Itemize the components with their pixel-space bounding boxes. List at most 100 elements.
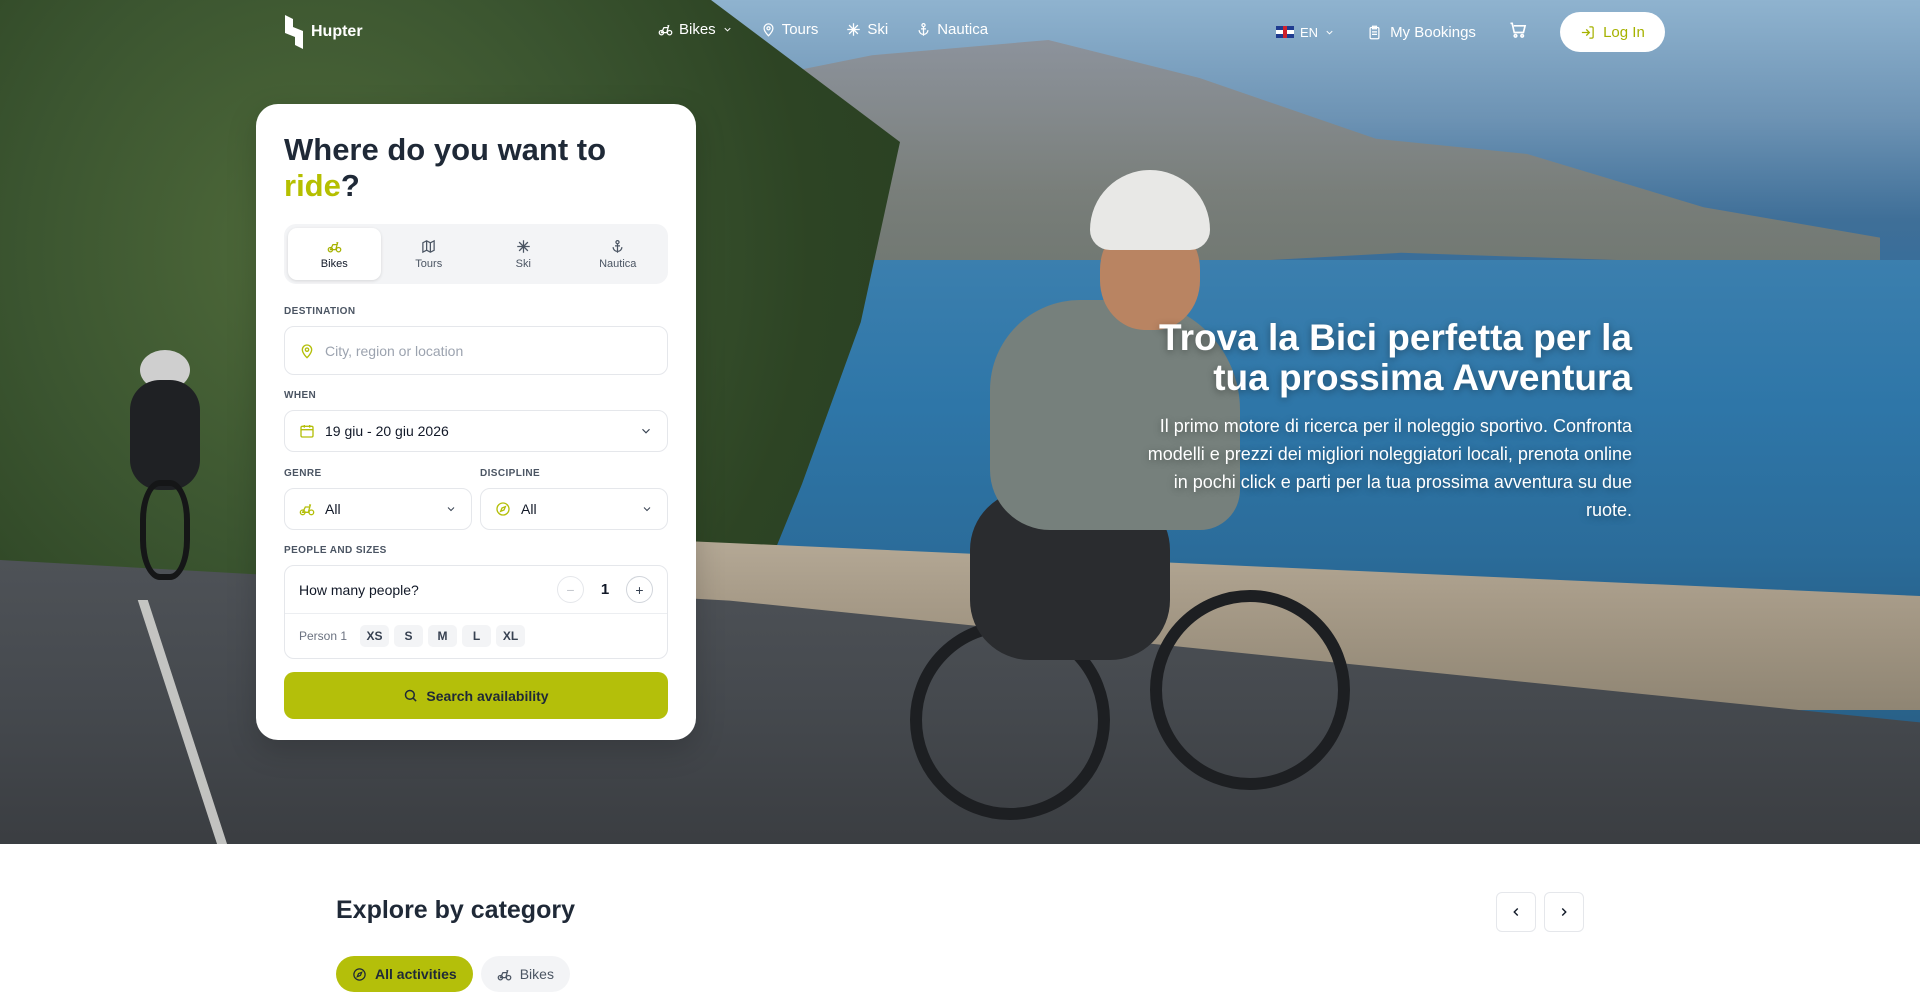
search-icon xyxy=(405,689,418,702)
background-cyclist xyxy=(120,350,210,580)
chevron-down-icon xyxy=(642,428,650,434)
my-bookings-link[interactable]: My Bookings xyxy=(1367,24,1476,41)
title-accent: ride xyxy=(284,168,341,203)
person-size-row: Person 1 XS S M L XL xyxy=(285,614,667,658)
chevron-left-icon xyxy=(1513,908,1519,916)
size-xl[interactable]: XL xyxy=(496,625,526,647)
tab-label: Bikes xyxy=(320,257,348,270)
clipboard-icon xyxy=(1369,25,1380,39)
size-s[interactable]: S xyxy=(394,625,424,647)
tab-label: Tours xyxy=(415,257,443,270)
people-question: How many people? xyxy=(299,581,419,598)
increment-button[interactable]: + xyxy=(626,576,653,603)
hero-text: Trova la Bici perfetta per la tua prossi… xyxy=(1130,318,1632,524)
activity-tabs: Bikes Tours Ski Nautica xyxy=(284,224,668,284)
discipline-select[interactable]: All xyxy=(480,488,668,530)
chevron-down-icon xyxy=(1326,30,1333,35)
map-icon xyxy=(422,239,435,253)
my-bookings-label: My Bookings xyxy=(1390,23,1476,41)
chevron-down-icon xyxy=(643,507,651,512)
tab-label: Ski xyxy=(515,257,531,270)
login-button[interactable]: Log In xyxy=(1559,12,1665,52)
snowflake-icon xyxy=(517,239,530,253)
destination-placeholder: City, region or location xyxy=(325,342,464,359)
people-count-row: How many people? − 1 + xyxy=(285,566,667,614)
size-xs[interactable]: XS xyxy=(360,625,390,647)
discipline-label: DISCIPLINE xyxy=(480,468,541,479)
cart-button[interactable] xyxy=(1508,20,1528,45)
top-navbar: Hupter Bikes Tours Ski Nautica EN My Boo… xyxy=(0,0,1920,64)
search-availability-button[interactable]: Search availability xyxy=(284,672,668,719)
bike-icon xyxy=(327,241,342,252)
tab-ski[interactable]: Ski xyxy=(477,228,570,280)
nav-link-label: Bikes xyxy=(679,21,716,38)
discipline-column: DISCIPLINE All xyxy=(480,468,668,530)
chip-label: Bikes xyxy=(519,966,554,982)
nav-link-label: Ski xyxy=(867,21,889,38)
size-m[interactable]: M xyxy=(428,625,458,647)
genre-select[interactable]: All xyxy=(284,488,472,530)
chevron-down-icon xyxy=(724,27,731,32)
destination-field[interactable]: City, region or location xyxy=(284,326,668,375)
title-prefix: Where do you want to xyxy=(284,132,607,167)
language-selector[interactable]: EN xyxy=(1276,25,1335,40)
nav-link-nautica[interactable]: Nautica xyxy=(916,21,988,38)
tab-label: Nautica xyxy=(599,257,637,270)
bike-icon xyxy=(497,969,512,980)
search-card: Where do you want to ride? Bikes Tours S… xyxy=(256,104,696,740)
login-icon xyxy=(1581,25,1594,39)
date-range-value: 19 giu - 20 giu 2026 xyxy=(325,423,449,439)
bike-icon xyxy=(299,504,315,516)
genre-column: GENRE All xyxy=(284,468,472,530)
snowflake-icon xyxy=(847,23,861,36)
chevron-right-icon xyxy=(1561,908,1567,916)
logo-icon xyxy=(283,15,305,49)
map-pin-icon xyxy=(301,343,313,359)
tab-nautica[interactable]: Nautica xyxy=(572,228,665,280)
bike-icon xyxy=(658,25,673,36)
chip-all-activities[interactable]: All activities xyxy=(336,956,473,992)
decrement-button[interactable]: − xyxy=(557,576,584,603)
search-card-title: Where do you want to ride? xyxy=(284,132,668,204)
nav-link-bikes[interactable]: Bikes xyxy=(658,21,733,38)
anchor-icon xyxy=(612,239,623,253)
nav-link-label: Nautica xyxy=(937,21,989,38)
tab-bikes[interactable]: Bikes xyxy=(288,228,381,280)
people-count: 1 xyxy=(600,581,610,598)
compass-icon xyxy=(353,967,366,981)
people-sizes-box: How many people? − 1 + Person 1 XS S M L… xyxy=(284,565,668,659)
people-label: PEOPLE AND SIZES xyxy=(284,545,387,556)
nav-link-tours[interactable]: Tours xyxy=(761,21,818,38)
people-stepper: − 1 + xyxy=(557,576,653,603)
chevron-down-icon xyxy=(447,507,455,512)
tab-tours[interactable]: Tours xyxy=(383,228,476,280)
category-chips: All activities Bikes xyxy=(336,956,570,992)
chip-label: All activities xyxy=(375,966,457,982)
map-pin-icon xyxy=(763,23,774,37)
brand-name: Hupter xyxy=(311,23,363,40)
discipline-value: All xyxy=(521,501,537,517)
cart-icon xyxy=(1510,22,1527,38)
explore-title: Explore by category xyxy=(336,896,575,924)
size-l[interactable]: L xyxy=(462,625,492,647)
compass-icon xyxy=(496,502,510,516)
hero-title: Trova la Bici perfetta per la tua prossi… xyxy=(1159,317,1632,398)
carousel-next-button[interactable] xyxy=(1544,892,1584,932)
when-label: WHEN xyxy=(284,390,317,401)
logo[interactable]: Hupter xyxy=(283,15,363,49)
genre-discipline-row: GENRE All DISCIPLINE All xyxy=(284,468,668,530)
uk-flag-icon xyxy=(1276,26,1294,38)
nav-link-ski[interactable]: Ski xyxy=(846,21,888,38)
carousel-prev-button[interactable] xyxy=(1496,892,1536,932)
genre-label: GENRE xyxy=(284,468,322,479)
nav-links: Bikes Tours Ski Nautica xyxy=(658,21,988,38)
destination-label: DESTINATION xyxy=(284,306,356,317)
anchor-icon xyxy=(918,22,929,36)
language-code: EN xyxy=(1300,24,1319,40)
nav-right: EN My Bookings Log In xyxy=(1276,12,1665,52)
login-label: Log In xyxy=(1603,23,1645,41)
calendar-icon xyxy=(300,425,314,438)
chip-bikes[interactable]: Bikes xyxy=(480,956,570,992)
date-range-field[interactable]: 19 giu - 20 giu 2026 xyxy=(284,410,668,452)
hero-subtitle: Il primo motore di ricerca per il nolegg… xyxy=(1147,416,1632,520)
